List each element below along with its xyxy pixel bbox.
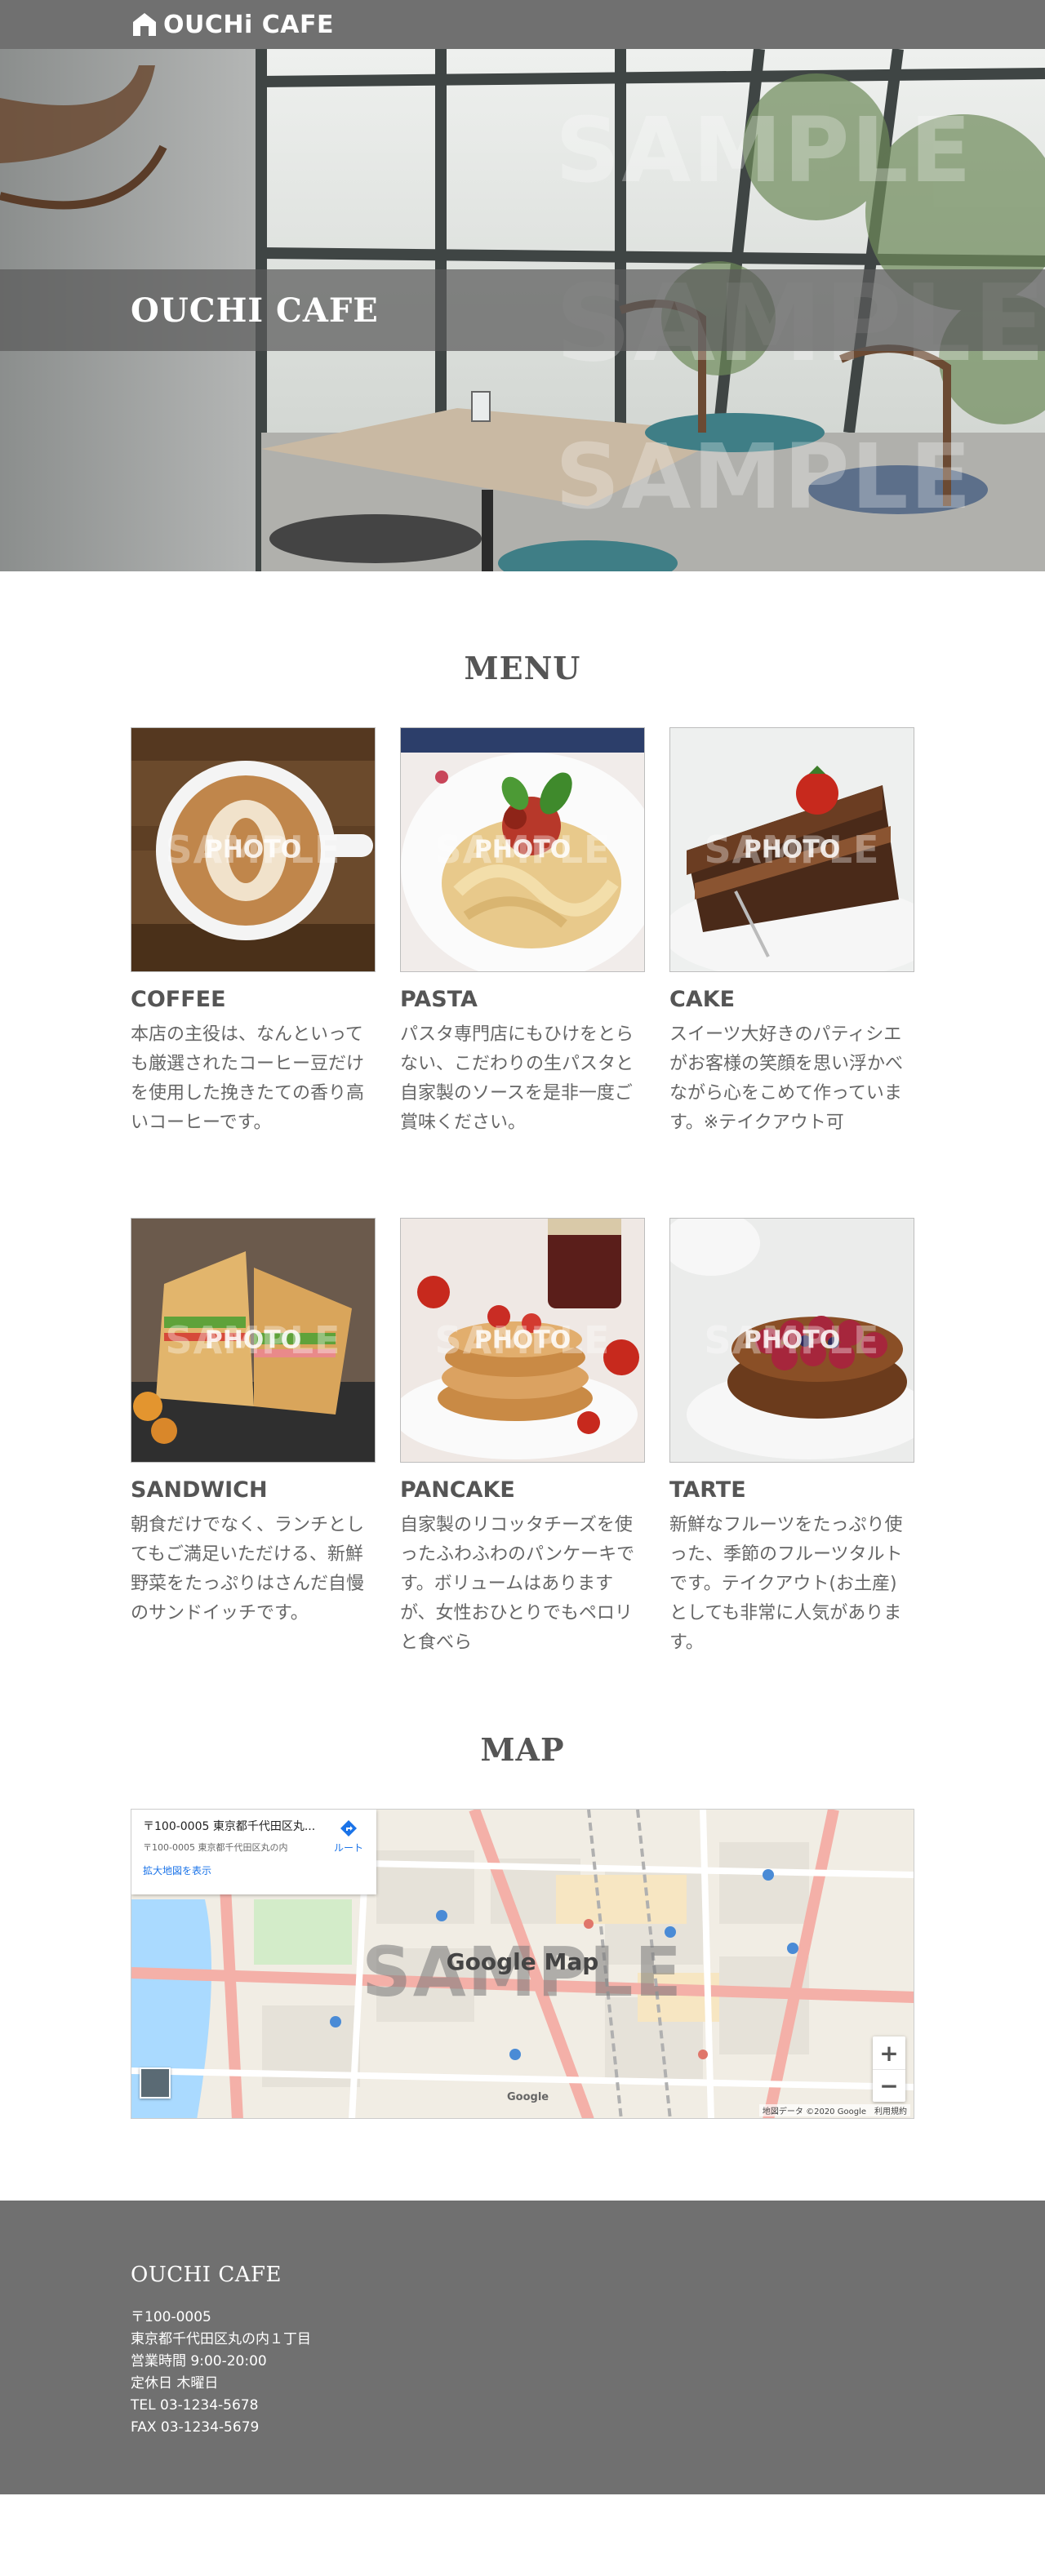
menu-photo-pancake: SAMPLE PHOTO [400,1218,645,1463]
route-button[interactable]: ルート [334,1819,363,1854]
site-footer: OUCHI CAFE 〒100-0005 東京都千代田区丸の内１丁目 営業時間 … [0,2201,1045,2494]
footer-postal-code: 〒100-0005 [131,2309,211,2325]
zoom-out-button[interactable]: − [873,2069,905,2102]
menu-section: MENU SAMPLE PHOTO COFFEE 本店の主役は、なんといっても厳… [0,571,1045,1658]
menu-item-description: パスタ専門店にもひけをとらない、こだわりの生パスタと自家製のソースを是非一度ご賞… [400,1024,634,1133]
map-heading: MAP [480,1731,565,1768]
menu-grid: SAMPLE PHOTO COFFEE 本店の主役は、なんといっても厳選されたコ… [131,727,914,1658]
menu-item-name: SANDWICH [131,1477,268,1503]
menu-card-pasta: SAMPLE PHOTO PASTA パスタ専門店にもひけをとらない、こだわりの… [400,727,645,1167]
menu-item-description: 新鮮なフルーツをたっぷり使った、季節のフルーツタルトです。テイクアウト(お土産)… [669,1515,903,1653]
menu-item-name: TARTE [669,1477,746,1503]
menu-heading: MENU [464,650,581,686]
zoom-in-button[interactable]: + [873,2036,905,2069]
map-section: MAP SAMPLE Google Map 〒100-0005 東京都千代田区丸… [0,1658,1045,2119]
footer-contact: 〒100-0005 東京都千代田区丸の内１丁目 営業時間 9:00-20:00 … [131,2307,914,2439]
map-credit[interactable]: 地図データ ©2020 Google 利用規約 [758,2104,910,2116]
hero-title-band: OUCHI CAFE [0,269,1045,351]
google-logo: Google [507,2091,549,2103]
menu-card-tarte: SAMPLE PHOTO TARTE 新鮮なフルーツをたっぷり使った、季節のフル… [669,1218,914,1658]
menu-card-sandwich: SAMPLE PHOTO SANDWICH 朝食だけでなく、ランチとしてもご満足… [131,1218,376,1658]
site-logo[interactable]: OUCHi CAFE [131,11,334,39]
menu-item-description: スイーツ大好きのパティシエがお客様の笑顔を思い浮かべながら心をこめて作っています… [669,1024,904,1133]
footer-hours: 営業時間 9:00-20:00 [131,2353,267,2369]
map-label: Google Map [446,1948,599,1975]
route-label: ルート [333,1842,363,1854]
photo-label: PHOTO [204,1326,302,1355]
menu-photo-pasta: SAMPLE PHOTO [400,727,645,972]
photo-label: PHOTO [204,835,302,864]
directions-icon [340,1820,357,1837]
menu-photo-sandwich: SAMPLE PHOTO [131,1218,376,1463]
menu-item-name: COFFEE [131,987,226,1012]
footer-title: OUCHI CAFE [131,2263,282,2287]
menu-item-description: 朝食だけでなく、ランチとしてもご満足いただける、新鮮野菜をたっぷりはさんだ自慢の… [131,1515,365,1623]
satellite-toggle[interactable] [140,2067,171,2099]
menu-item-description: 本店の主役は、なんといっても厳選されたコーヒー豆だけを使用した挽きたての香り高い… [131,1024,365,1133]
menu-card-cake: SAMPLE PHOTO CAKE スイーツ大好きのパティシエがお客様の笑顔を思… [669,727,914,1167]
zoom-control: + − [873,2036,905,2102]
view-larger-map-link[interactable]: 拡大地図を表示 [143,1863,211,1877]
menu-photo-cake: SAMPLE PHOTO [669,727,914,972]
site-header: OUCHi CAFE [0,0,1045,49]
photo-label: PHOTO [743,1326,841,1355]
menu-item-name: CAKE [669,987,736,1012]
map-info-subaddress: 〒100-0005 東京都千代田区丸の内 [143,1842,288,1853]
menu-card-pancake: SAMPLE PHOTO PANCAKE 自家製のリコッタチーズを使ったふわふわ… [400,1218,645,1658]
photo-label: PHOTO [743,835,841,864]
menu-item-name: PASTA [400,987,478,1012]
menu-photo-coffee: SAMPLE PHOTO [131,727,376,972]
menu-photo-tarte: SAMPLE PHOTO [669,1218,914,1463]
menu-item-description: 自家製のリコッタチーズを使ったふわふわのパンケーキです。ボリュームはありますが、… [400,1515,635,1653]
hero-title: OUCHI CAFE [131,291,379,330]
footer-closed-day: 定休日 木曜日 [131,2375,219,2392]
photo-label: PHOTO [474,835,571,864]
logo-text: OUCHi CAFE [163,10,334,39]
footer-address: 東京都千代田区丸の内１丁目 [131,2331,311,2347]
google-map[interactable]: SAMPLE Google Map 〒100-0005 東京都千代田区丸... … [131,1809,914,2119]
menu-card-coffee: SAMPLE PHOTO COFFEE 本店の主役は、なんといっても厳選されたコ… [131,727,376,1167]
photo-label: PHOTO [474,1326,571,1355]
footer-tel: TEL 03-1234-5678 [131,2397,259,2414]
menu-item-name: PANCAKE [400,1477,515,1503]
map-info-address: 〒100-0005 東京都千代田区丸... [143,1820,316,1833]
footer-fax: FAX 03-1234-5679 [131,2419,260,2436]
hero-banner: SAMPLE SAMPLE SAMPLE OUCHI CAFE [0,49,1045,571]
map-info-card: 〒100-0005 東京都千代田区丸... 〒100-0005 東京都千代田区丸… [131,1810,376,1894]
house-icon [133,13,156,36]
